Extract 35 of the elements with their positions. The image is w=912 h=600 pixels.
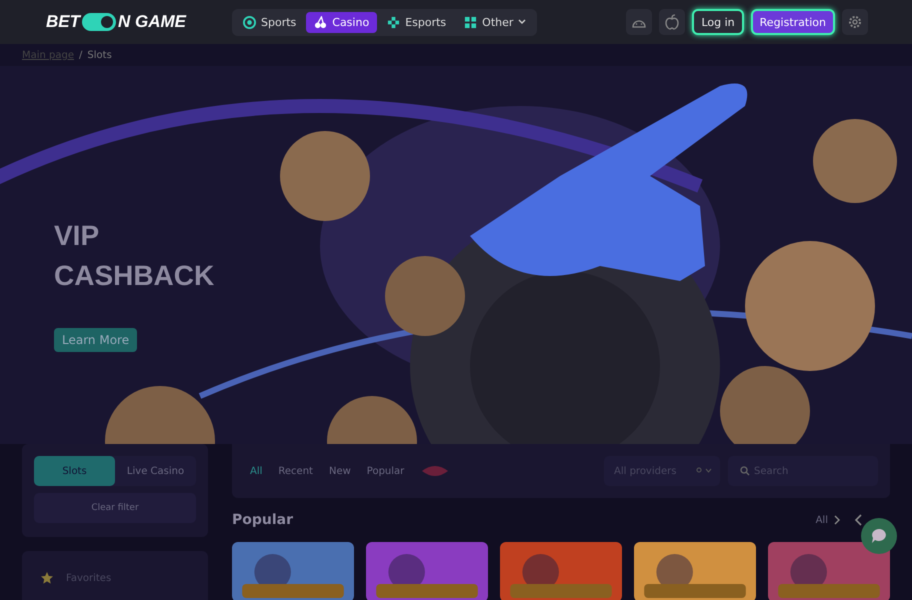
registration-button[interactable]: Registration (750, 9, 835, 35)
settings-icon (848, 15, 862, 29)
filter-tab[interactable]: New (328, 466, 351, 476)
breadcrumb-current: Slots (87, 50, 112, 60)
apple-icon (665, 14, 680, 30)
clear-filter-button[interactable]: Clear filter (34, 493, 196, 523)
filter-tab[interactable]: Popular (366, 466, 404, 476)
chat-icon (870, 527, 888, 545)
category-tab[interactable]: Slots (34, 456, 115, 486)
nav-tab[interactable]: Esports (379, 12, 454, 32)
category-tab[interactable]: Live Casino (115, 456, 196, 486)
learn-more-button[interactable]: Learn More (54, 328, 138, 352)
logo[interactable]: BET N GAME (46, 12, 186, 32)
diamond-squares-icon (387, 16, 400, 28)
apple-button[interactable] (659, 9, 686, 35)
cherry-icon (314, 16, 328, 28)
banner-title: VIP CASHBACK (54, 219, 216, 293)
star-icon (40, 571, 54, 585)
caret-icon (518, 18, 526, 26)
chat-button[interactable] (861, 518, 897, 554)
ball-icon (243, 16, 256, 28)
android-button[interactable] (626, 9, 652, 35)
see-all-link[interactable]: All (816, 514, 828, 526)
search-caret-icon (696, 467, 712, 475)
login-button[interactable]: Log in (692, 9, 744, 35)
section-title: Popular (232, 512, 294, 528)
breadcrumb-separator: / (79, 50, 82, 60)
grid-icon (464, 16, 478, 28)
nav-tab[interactable]: Other (456, 12, 534, 32)
filter-tab[interactable]: Recent (278, 466, 313, 476)
nav-tab[interactable]: Sports (235, 12, 304, 32)
nav-tab[interactable]: Casino (306, 12, 378, 32)
filter-tab[interactable]: All (250, 466, 262, 476)
settings-button[interactable] (842, 9, 868, 35)
chevron-right-icon[interactable] (834, 515, 840, 525)
